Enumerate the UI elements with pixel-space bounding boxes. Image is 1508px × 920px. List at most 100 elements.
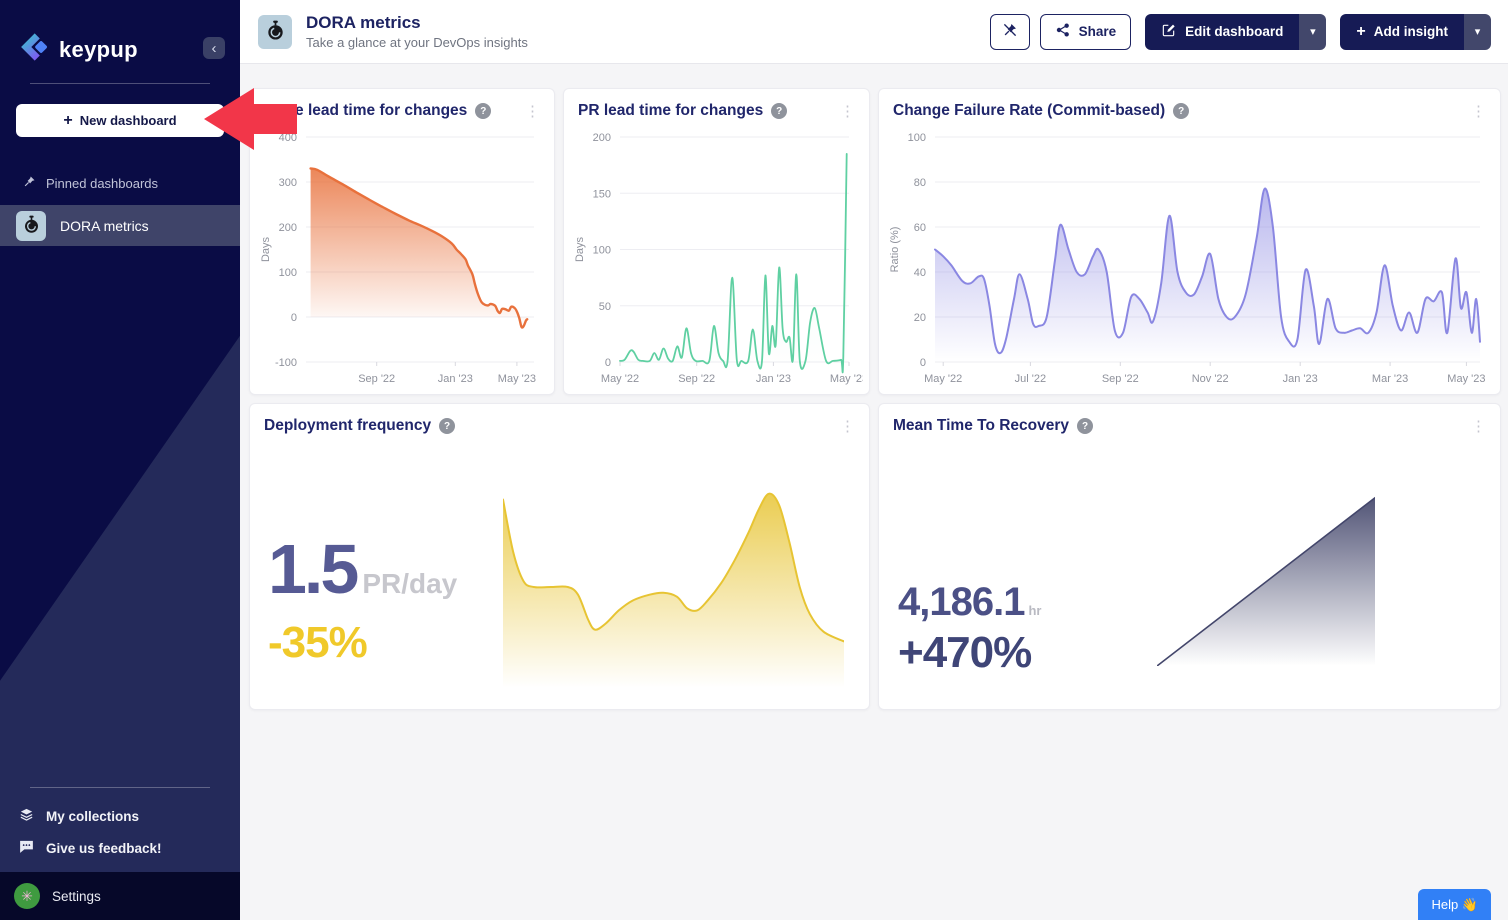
- caret-down-icon: ▾: [1475, 25, 1481, 38]
- svg-text:Sep '22: Sep '22: [678, 373, 715, 385]
- plus-icon: +: [1356, 23, 1365, 41]
- svg-text:200: 200: [279, 222, 297, 234]
- divider: [30, 83, 210, 84]
- svg-text:Mar '23: Mar '23: [1372, 373, 1408, 385]
- svg-text:400: 400: [279, 132, 297, 144]
- svg-text:60: 60: [914, 222, 926, 234]
- divider: [30, 787, 210, 788]
- stat-delta: +470%: [898, 628, 1041, 678]
- card-title: Deployment frequency: [264, 417, 431, 435]
- chat-bubble-icon: [18, 838, 35, 858]
- svg-text:Days: Days: [574, 236, 586, 262]
- svg-text:Nov '22: Nov '22: [1192, 373, 1229, 385]
- card-title: Mean Time To Recovery: [893, 417, 1069, 435]
- add-insight-split-button: + Add insight ▾: [1340, 14, 1491, 50]
- help-circle-icon[interactable]: ?: [771, 103, 787, 119]
- edit-dashboard-dropdown[interactable]: ▾: [1299, 14, 1326, 50]
- mttr-stat: 4,186.1 hr +470%: [898, 582, 1041, 678]
- sidebar-item-my-collections[interactable]: My collections: [0, 800, 240, 832]
- card-issue-lead-time: Issue lead time for changes ? ⋮ -100 0 100…: [249, 88, 555, 395]
- stopwatch-icon: [16, 211, 46, 241]
- svg-text:Sep '22: Sep '22: [1102, 373, 1139, 385]
- sparkline-mttr: [1157, 488, 1375, 666]
- kebab-menu-icon[interactable]: ⋮: [840, 419, 855, 434]
- add-insight-dropdown[interactable]: ▾: [1464, 14, 1491, 50]
- sidebar-item-label: DORA metrics: [60, 218, 149, 234]
- chart-issue-lead-time: -1000100200300400Sep '22Jan '23May '23Da…: [256, 127, 548, 388]
- chart-pr-lead-time: 050100150200May '22Sep '22Jan '23May '23…: [570, 127, 863, 388]
- dashboard-header: DORA metrics Take a glance at your DevOp…: [240, 0, 1508, 64]
- svg-text:40: 40: [914, 267, 926, 279]
- layers-icon: [18, 806, 35, 826]
- stat-delta: -35%: [268, 618, 457, 668]
- share-button[interactable]: Share: [1040, 14, 1132, 50]
- sidebar-item-feedback[interactable]: Give us feedback!: [0, 832, 240, 864]
- svg-text:May '22: May '22: [601, 373, 639, 385]
- main-area: DORA metrics Take a glance at your DevOp…: [240, 0, 1508, 920]
- svg-text:100: 100: [593, 245, 611, 257]
- svg-text:Jan '23: Jan '23: [1283, 373, 1318, 385]
- card-title: Change Failure Rate (Commit-based): [893, 102, 1165, 120]
- card-title: Issue lead time for changes: [264, 102, 467, 120]
- plus-icon: +: [63, 112, 72, 130]
- edit-dashboard-button[interactable]: Edit dashboard: [1145, 14, 1299, 50]
- svg-text:-100: -100: [275, 357, 297, 369]
- page-title: DORA metrics: [306, 13, 528, 33]
- help-circle-icon[interactable]: ?: [1173, 103, 1189, 119]
- share-icon: [1055, 22, 1071, 41]
- edit-dashboard-split-button: Edit dashboard ▾: [1145, 14, 1326, 50]
- new-dashboard-button[interactable]: + New dashboard: [16, 104, 224, 137]
- stat-unit: PR/day: [362, 568, 457, 600]
- pin-off-icon: [1001, 21, 1019, 42]
- card-pr-lead-time: PR lead time for changes ? ⋮ 05010015020…: [563, 88, 870, 395]
- help-button[interactable]: Help 👋: [1418, 889, 1491, 920]
- card-title: PR lead time for changes: [578, 102, 763, 120]
- svg-text:100: 100: [279, 267, 297, 279]
- caret-down-icon: ▾: [1310, 25, 1316, 38]
- svg-text:50: 50: [599, 301, 611, 313]
- chevron-left-icon: ‹: [212, 40, 217, 57]
- help-circle-icon[interactable]: ?: [1077, 418, 1093, 434]
- svg-text:200: 200: [593, 132, 611, 144]
- dashboard-stopwatch-icon: [258, 15, 292, 49]
- svg-text:Ratio (%): Ratio (%): [889, 227, 901, 273]
- stat-unit: hr: [1028, 603, 1041, 618]
- stat-value: 4,186.1: [898, 582, 1024, 622]
- sparkline-deployment-frequency: [503, 481, 844, 688]
- help-circle-icon[interactable]: ?: [439, 418, 455, 434]
- svg-text:May '23: May '23: [830, 373, 863, 385]
- logo-text: keypup: [59, 37, 138, 63]
- page-subtitle: Take a glance at your DevOps insights: [306, 35, 528, 50]
- unpin-dashboard-button[interactable]: [990, 14, 1030, 50]
- svg-text:May '23: May '23: [498, 373, 536, 385]
- kebab-menu-icon[interactable]: ⋮: [840, 104, 855, 119]
- card-deployment-frequency: Deployment frequency ? ⋮ 1.5 PR/day -35%: [249, 403, 870, 710]
- svg-text:300: 300: [279, 177, 297, 189]
- kebab-menu-icon[interactable]: ⋮: [1471, 419, 1486, 434]
- sidebar-item-dora-metrics[interactable]: DORA metrics: [0, 205, 240, 246]
- pinned-dashboards-section-label: Pinned dashboards: [22, 174, 240, 192]
- help-circle-icon[interactable]: ?: [475, 103, 491, 119]
- svg-text:Days: Days: [260, 236, 272, 262]
- stat-value: 1.5: [268, 534, 356, 604]
- svg-text:Jul '22: Jul '22: [1015, 373, 1046, 385]
- svg-text:0: 0: [291, 312, 297, 324]
- svg-text:May '22: May '22: [924, 373, 962, 385]
- chart-change-failure-rate: 020406080100May '22Jul '22Sep '22Nov '22…: [885, 127, 1494, 388]
- sidebar-collapse-button[interactable]: ‹: [203, 37, 225, 59]
- keypup-logo-icon: [16, 30, 50, 69]
- edit-pencil-icon: [1161, 22, 1177, 41]
- user-avatar: ✳: [14, 883, 40, 909]
- pin-icon: [22, 174, 37, 192]
- svg-text:Sep '22: Sep '22: [358, 373, 395, 385]
- svg-text:20: 20: [914, 312, 926, 324]
- settings-button[interactable]: ✳ Settings: [0, 872, 240, 920]
- kebab-menu-icon[interactable]: ⋮: [525, 104, 540, 119]
- svg-text:0: 0: [605, 357, 611, 369]
- avatar-glyph: ✳: [21, 888, 33, 905]
- svg-text:80: 80: [914, 177, 926, 189]
- deployment-frequency-stat: 1.5 PR/day -35%: [268, 534, 457, 668]
- add-insight-button[interactable]: + Add insight: [1340, 14, 1464, 50]
- svg-text:Jan '23: Jan '23: [756, 373, 791, 385]
- kebab-menu-icon[interactable]: ⋮: [1471, 104, 1486, 119]
